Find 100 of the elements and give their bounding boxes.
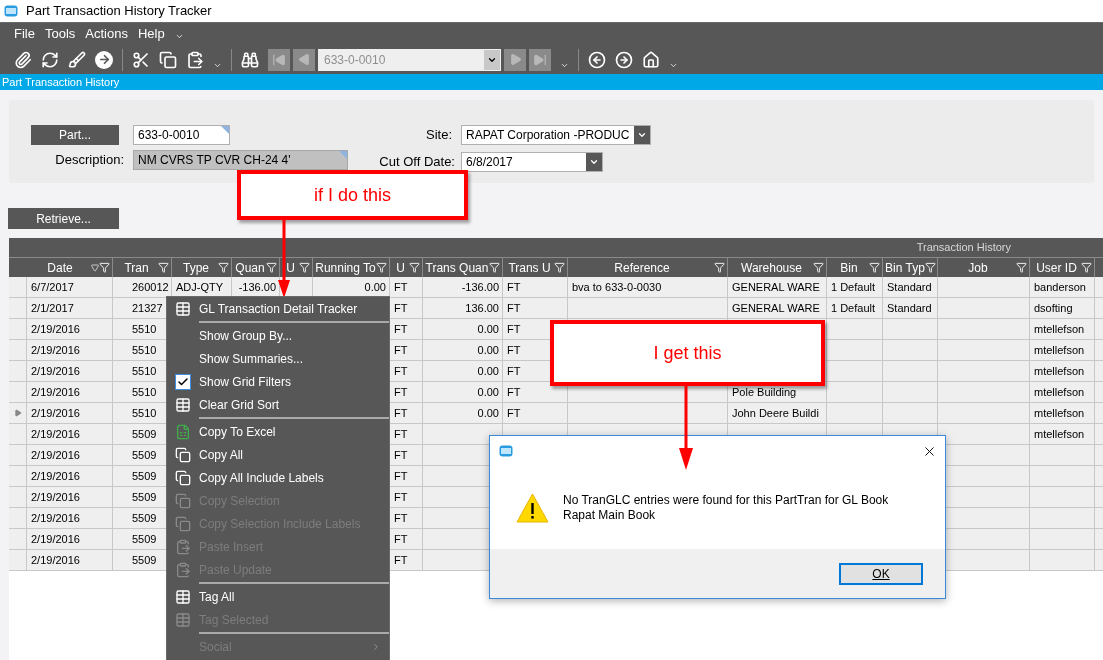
callout-text: I get this	[653, 341, 722, 365]
table-cell-text: 5509	[132, 510, 157, 526]
copy-icon[interactable]	[159, 50, 177, 69]
grid-icon	[175, 396, 191, 413]
table-cell-text: 2/19/2016	[31, 489, 80, 505]
table-cell-text: FT	[507, 384, 521, 400]
site-dropdown[interactable]: RAPAT Corporation -PRODUC	[461, 125, 651, 145]
sort-filter-icon[interactable]	[91, 262, 110, 273]
cut-icon[interactable]	[132, 50, 150, 69]
table-cell-text: mtellefson	[1034, 384, 1085, 400]
ok-button[interactable]: OK	[839, 562, 923, 585]
menu-item[interactable]: Copy To Excel	[167, 420, 389, 443]
chevron-down-icon	[589, 157, 599, 167]
filter-icon[interactable]	[813, 262, 824, 273]
column-header[interactable]: U	[286, 258, 295, 277]
next-record-button[interactable]	[504, 48, 526, 71]
column-header[interactable]: Bin	[840, 258, 858, 277]
spreadsheet-icon	[175, 423, 191, 440]
menu-item[interactable]: File	[14, 24, 35, 44]
filter-icon[interactable]	[554, 262, 565, 273]
menu-item[interactable]: Tag All	[167, 585, 389, 608]
menu-item[interactable]: Clear Grid Sort	[167, 393, 389, 416]
column-header[interactable]: Bin Typ	[885, 258, 925, 277]
home-icon[interactable]	[642, 50, 660, 69]
caret-icon[interactable]	[174, 32, 184, 41]
last-record-button[interactable]	[529, 48, 551, 71]
filter-icon[interactable]	[376, 262, 387, 273]
refresh-icon[interactable]	[41, 50, 59, 69]
table-cell-text: FT	[394, 510, 408, 526]
part-button[interactable]: Part...	[31, 125, 119, 145]
part-field[interactable]: 633-0-0010	[133, 125, 230, 145]
column-header[interactable]: U	[396, 258, 405, 277]
menu-item[interactable]: Actions	[85, 24, 128, 44]
table-cell-text: 21327	[132, 300, 163, 316]
column-header[interactable]: Running To	[315, 258, 376, 277]
menu-item[interactable]: Show Grid Filters	[167, 370, 389, 393]
caret-icon[interactable]	[213, 61, 222, 70]
submenu-icon	[371, 641, 381, 652]
first-record-button[interactable]	[268, 48, 290, 71]
column-header[interactable]: Reference	[614, 258, 670, 277]
filter-icon[interactable]	[924, 262, 936, 273]
table-cell-text: 0.00	[477, 405, 499, 421]
filter-icon[interactable]	[409, 262, 420, 273]
caret-icon[interactable]	[669, 61, 678, 70]
column-header[interactable]: Tran	[124, 258, 149, 277]
menu-item[interactable]: Copy All	[167, 443, 389, 466]
menu-item[interactable]: Help	[137, 24, 165, 44]
retrieve-button[interactable]: Retrieve...	[8, 208, 119, 229]
checkbox[interactable]	[175, 373, 191, 390]
chevron-down-icon	[637, 130, 647, 140]
table-cell-text: mtellefson	[1034, 342, 1085, 358]
table-cell-text: 2/19/2016	[31, 384, 80, 400]
table-cell-text: 136.00	[465, 300, 499, 316]
paste-icon[interactable]	[186, 50, 204, 69]
forward-icon[interactable]	[615, 50, 633, 69]
paperclip-icon[interactable]	[14, 50, 32, 69]
column-header[interactable]: Quan	[235, 258, 265, 277]
brush-icon[interactable]	[68, 50, 86, 69]
table-cell-text: 5509	[132, 426, 157, 442]
copy-icon	[175, 492, 191, 509]
column-header[interactable]: Trans U	[508, 258, 551, 277]
menu-item[interactable]: Tools	[44, 24, 76, 44]
filter-icon[interactable]	[714, 262, 725, 273]
grid-icon	[175, 588, 191, 605]
column-header[interactable]: Job	[968, 258, 988, 277]
menu-item[interactable]: Show Group By...	[167, 324, 389, 347]
column-header[interactable]: Warehouse	[741, 258, 802, 277]
table-cell-text: 0.00	[364, 279, 386, 295]
cutoff-date-field[interactable]: 6/8/2017	[461, 152, 603, 172]
triangle-right-icon	[508, 53, 522, 66]
column-header[interactable]: Date	[47, 258, 73, 277]
caret-icon[interactable]	[560, 61, 569, 70]
column-header[interactable]: Type	[183, 258, 209, 277]
filter-icon[interactable]	[869, 262, 880, 273]
table-cell-text: 5509	[132, 468, 157, 484]
table-cell-text: Standard	[887, 279, 932, 295]
column-header[interactable]: Trans Quan	[425, 258, 489, 277]
filter-icon[interactable]	[1016, 262, 1027, 273]
back-icon[interactable]	[588, 50, 606, 69]
previous-record-button[interactable]	[293, 48, 315, 71]
table-cell-text: FT	[394, 468, 408, 484]
table-cell-text: 0.00	[477, 363, 499, 379]
filter-icon[interactable]	[218, 262, 229, 273]
app-icon	[499, 445, 513, 457]
paste-icon	[175, 538, 191, 555]
table-cell-text: 2/19/2016	[31, 363, 80, 379]
column-header[interactable]: User ID	[1036, 258, 1077, 277]
filter-icon[interactable]	[1081, 262, 1092, 273]
menu-item[interactable]: GL Transaction Detail Tracker	[167, 297, 389, 320]
filter-icon[interactable]	[158, 262, 169, 273]
table-cell-text: mtellefson	[1034, 426, 1085, 442]
filter-icon[interactable]	[299, 262, 310, 273]
filter-icon[interactable]	[266, 262, 277, 273]
menu-item[interactable]: Copy All Include Labels	[167, 466, 389, 489]
filter-icon[interactable]	[489, 262, 500, 273]
warning-icon	[516, 493, 549, 523]
binoculars-icon[interactable]	[241, 50, 259, 69]
table-cell-text: 2/1/2017	[31, 300, 74, 316]
copy-icon	[175, 446, 191, 463]
menu-item[interactable]: Show Summaries...	[167, 347, 389, 370]
